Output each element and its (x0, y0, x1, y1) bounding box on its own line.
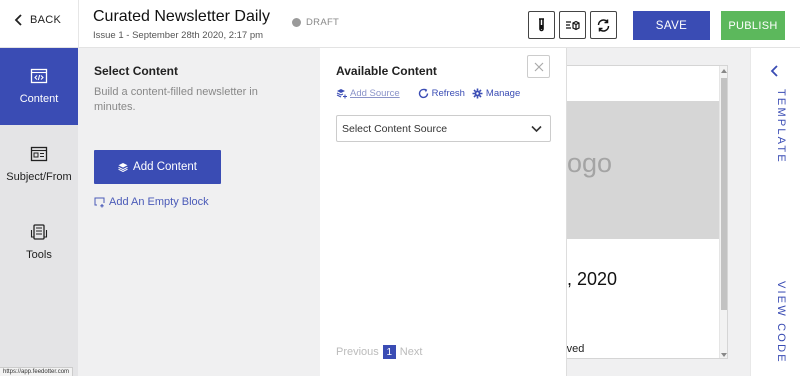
preview-footer: rved (567, 343, 585, 355)
newsletter-title[interactable]: Curated Newsletter Daily (93, 8, 270, 26)
add-empty-block-label: Add An Empty Block (109, 196, 209, 208)
refresh-label: Refresh (431, 88, 465, 99)
close-icon (534, 62, 543, 71)
blocks-icon (566, 20, 580, 30)
back-button[interactable]: BACK (14, 14, 61, 26)
add-content-label: Add Content (133, 161, 197, 173)
pagination: Previous 1 Next (336, 345, 422, 359)
add-source-label: Add Source (350, 88, 400, 99)
scroll-up-icon[interactable] (721, 69, 727, 73)
layers-icon (118, 163, 128, 172)
preview-frame[interactable]: ogo , 2020 rved (567, 65, 728, 359)
available-content-title: Available Content (336, 64, 437, 78)
preview-date: , 2020 (567, 269, 618, 289)
content-source-select[interactable]: Select Content Source (336, 115, 551, 142)
manage-label: Manage (485, 88, 521, 99)
right-rail: TEMPLATE VIEW CODE (750, 48, 800, 376)
next-page-link[interactable]: Next (400, 346, 423, 358)
scroll-thumb[interactable] (721, 78, 727, 310)
current-page-number[interactable]: 1 (382, 345, 396, 359)
sync-icon (597, 18, 610, 32)
add-source-link[interactable]: Add Source (336, 88, 400, 99)
chevron-left-icon[interactable] (770, 65, 780, 77)
publish-button[interactable]: PUBLISH (721, 11, 785, 40)
template-tab[interactable]: TEMPLATE (775, 89, 787, 164)
test-button[interactable] (528, 11, 555, 39)
logo-placeholder: ogo (567, 101, 719, 239)
close-panel-button[interactable] (527, 55, 550, 78)
sync-button[interactable] (590, 11, 617, 39)
issue-subtitle: Issue 1 - September 28th 2020, 2:17 pm (93, 30, 264, 41)
layers-add-icon (336, 89, 347, 99)
logo-placeholder-text: ogo (567, 148, 613, 178)
select-content-panel: Select Content Build a content-filled ne… (78, 48, 320, 376)
blocks-button[interactable] (559, 11, 586, 39)
content-actions: Add Source Refresh Manage (336, 88, 520, 99)
manage-link[interactable]: Manage (472, 88, 520, 99)
left-sidebar: Content Subject/From Tools https://app.f… (0, 48, 78, 376)
chevron-down-icon (531, 125, 542, 132)
tools-icon (30, 224, 48, 240)
available-content-panel: Available Content Add Source Refresh Man… (320, 48, 567, 376)
sidebar-item-label: Content (19, 93, 59, 105)
newsletter-form-icon (30, 146, 48, 162)
refresh-icon (418, 88, 428, 99)
sidebar-item-label: Tools (26, 249, 52, 261)
status-badge: DRAFT (292, 17, 339, 28)
newsletter-preview: ogo , 2020 rved (567, 48, 750, 376)
scroll-down-icon[interactable] (721, 353, 727, 357)
sidebar-item-content[interactable]: Content (0, 48, 78, 125)
content-source-value: Select Content Source (342, 122, 448, 135)
preview-scrollbar[interactable] (719, 66, 727, 358)
header-divider (78, 0, 79, 48)
code-window-icon (30, 68, 48, 84)
back-label: BACK (30, 14, 62, 26)
sidebar-item-tools[interactable]: Tools (0, 204, 78, 281)
previous-page-link[interactable]: Previous (336, 346, 379, 358)
top-bar: BACK Curated Newsletter Daily Issue 1 - … (0, 0, 800, 48)
status-dot-icon (292, 18, 301, 27)
select-content-description: Build a content-filled newsletter in min… (94, 86, 258, 113)
test-tube-icon (539, 17, 544, 31)
sidebar-item-label: Subject/From (6, 171, 72, 183)
gear-icon (472, 88, 483, 99)
chevron-left-icon (14, 14, 22, 26)
status-label: DRAFT (306, 17, 340, 28)
add-block-icon (94, 197, 105, 207)
save-button[interactable]: SAVE (633, 11, 710, 40)
status-url: https://app.feedotter.com (0, 367, 74, 376)
select-content-title: Select Content (94, 64, 179, 78)
refresh-link[interactable]: Refresh (418, 88, 465, 99)
sidebar-item-subject-from[interactable]: Subject/From (0, 126, 78, 203)
add-empty-block-link[interactable]: Add An Empty Block (94, 196, 209, 208)
add-content-button[interactable]: Add Content (94, 150, 221, 184)
view-code-tab[interactable]: VIEW CODE (775, 281, 787, 364)
